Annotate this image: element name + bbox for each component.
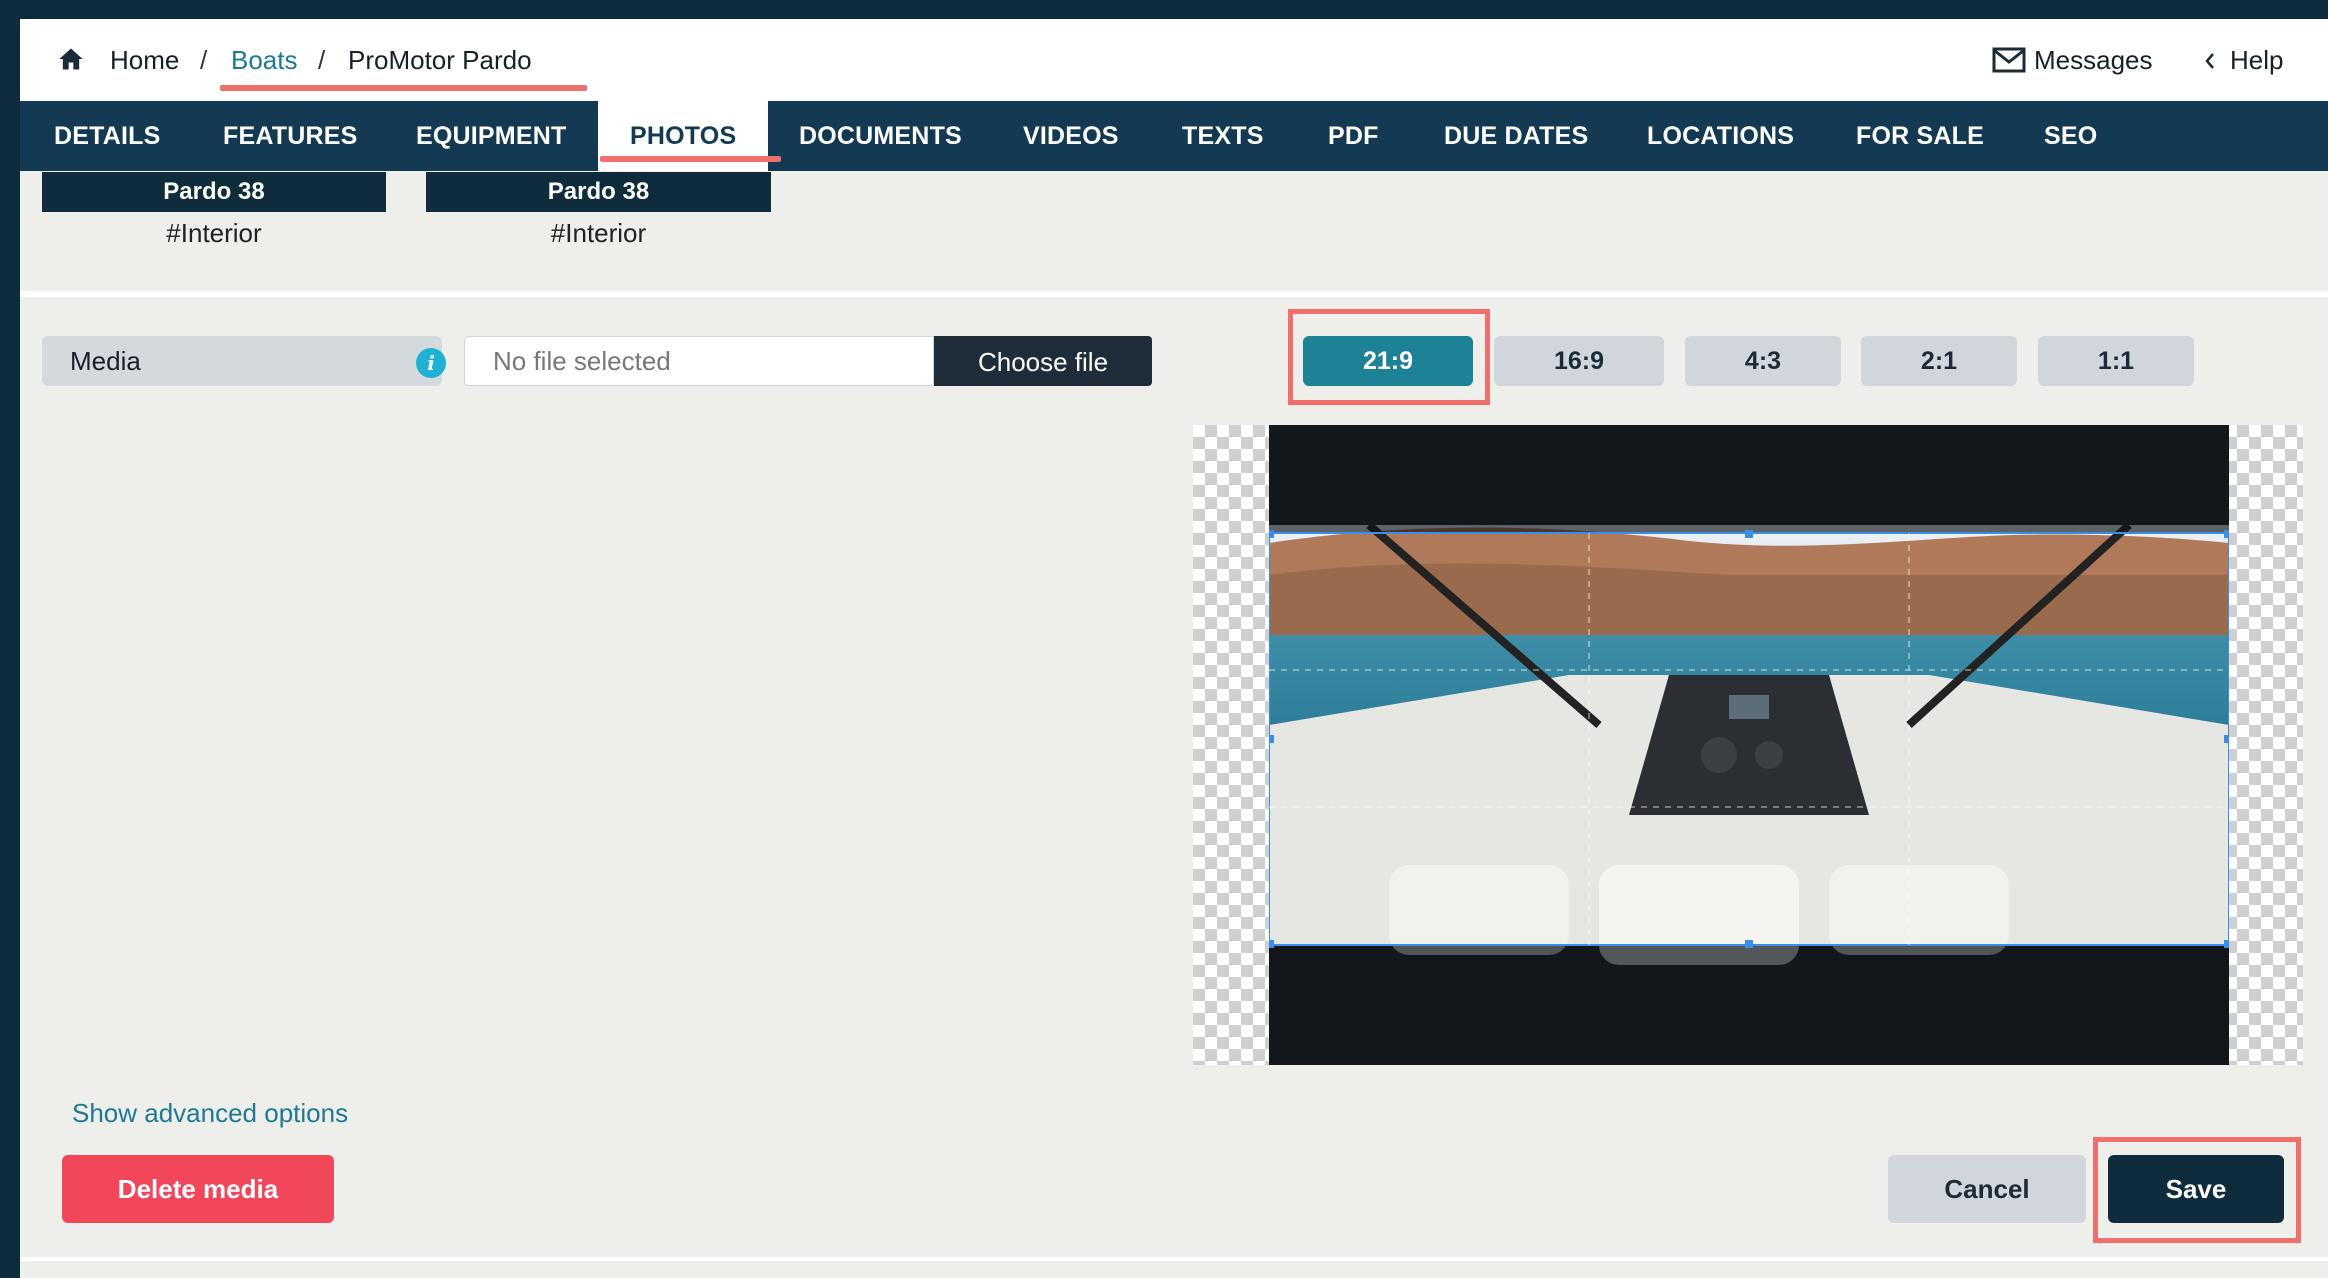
breadcrumb-highlight: [220, 85, 587, 91]
thumbnail-tag: #Interior: [550, 218, 647, 248]
messages-link[interactable]: Messages: [2034, 43, 2153, 77]
ratio-2-1-button[interactable]: 2:1: [1861, 336, 2017, 386]
tab-seo[interactable]: SEO: [2044, 101, 2097, 171]
tab-documents[interactable]: DOCUMENTS: [799, 101, 962, 171]
tab-locations[interactable]: LOCATIONS: [1647, 101, 1794, 171]
tab-for-sale[interactable]: FOR SALE: [1856, 101, 1984, 171]
help-link[interactable]: Help: [2230, 43, 2283, 77]
thumbnail-tag: #Interior: [166, 218, 262, 248]
tab-pdf[interactable]: PDF: [1328, 101, 1379, 171]
breadcrumb-separator: /: [200, 45, 208, 75]
tab-bar: DETAILS FEATURES EQUIPMENT PHOTOS DOCUME…: [20, 101, 2328, 171]
top-strip: [0, 0, 2328, 19]
tab-texts[interactable]: TEXTS: [1182, 101, 1264, 171]
section-divider: [20, 291, 2328, 297]
bottom-divider: [20, 1257, 2328, 1261]
choose-file-button[interactable]: Choose file: [934, 336, 1152, 386]
thumbnail-title[interactable]: Pardo 38: [42, 172, 386, 212]
ratio-4-3-button[interactable]: 4:3: [1685, 336, 1841, 386]
breadcrumb-separator: /: [318, 45, 326, 75]
media-label-text: Media: [70, 346, 141, 376]
home-icon[interactable]: [56, 45, 86, 73]
boat-photo: [1269, 425, 2229, 1065]
media-label: Media i: [42, 336, 446, 386]
ratio-16-9-button[interactable]: 16:9: [1494, 336, 1664, 386]
tab-videos[interactable]: VIDEOS: [1023, 101, 1119, 171]
breadcrumb-current: ProMotor Pardo: [348, 45, 532, 75]
tab-features[interactable]: FEATURES: [223, 101, 357, 171]
info-icon[interactable]: i: [416, 348, 446, 378]
save-highlight-box: [2093, 1137, 2301, 1243]
file-input[interactable]: No file selected: [464, 336, 934, 386]
image-cropper[interactable]: [1193, 425, 2303, 1065]
tab-due-dates[interactable]: DUE DATES: [1444, 101, 1588, 171]
chevron-left-icon: [2205, 53, 2214, 69]
header: Home / Boats / ProMotor Pardo Messages H…: [20, 19, 2328, 101]
page: Home / Boats / ProMotor Pardo Messages H…: [20, 19, 2328, 1278]
ratio-highlight-box: [1288, 309, 1490, 405]
tab-details[interactable]: DETAILS: [54, 101, 161, 171]
tab-highlight: [600, 156, 781, 162]
breadcrumb-home[interactable]: Home: [110, 43, 179, 77]
thumbnail-title[interactable]: Pardo 38: [426, 172, 771, 212]
tab-equipment[interactable]: EQUIPMENT: [416, 101, 566, 171]
mail-icon[interactable]: [1992, 47, 2026, 73]
cancel-button[interactable]: Cancel: [1888, 1155, 2086, 1223]
ratio-1-1-button[interactable]: 1:1: [2038, 336, 2194, 386]
breadcrumb-boats[interactable]: Boats: [231, 43, 298, 77]
show-advanced-options-link[interactable]: Show advanced options: [72, 1095, 348, 1131]
delete-media-button[interactable]: Delete media: [62, 1155, 334, 1223]
